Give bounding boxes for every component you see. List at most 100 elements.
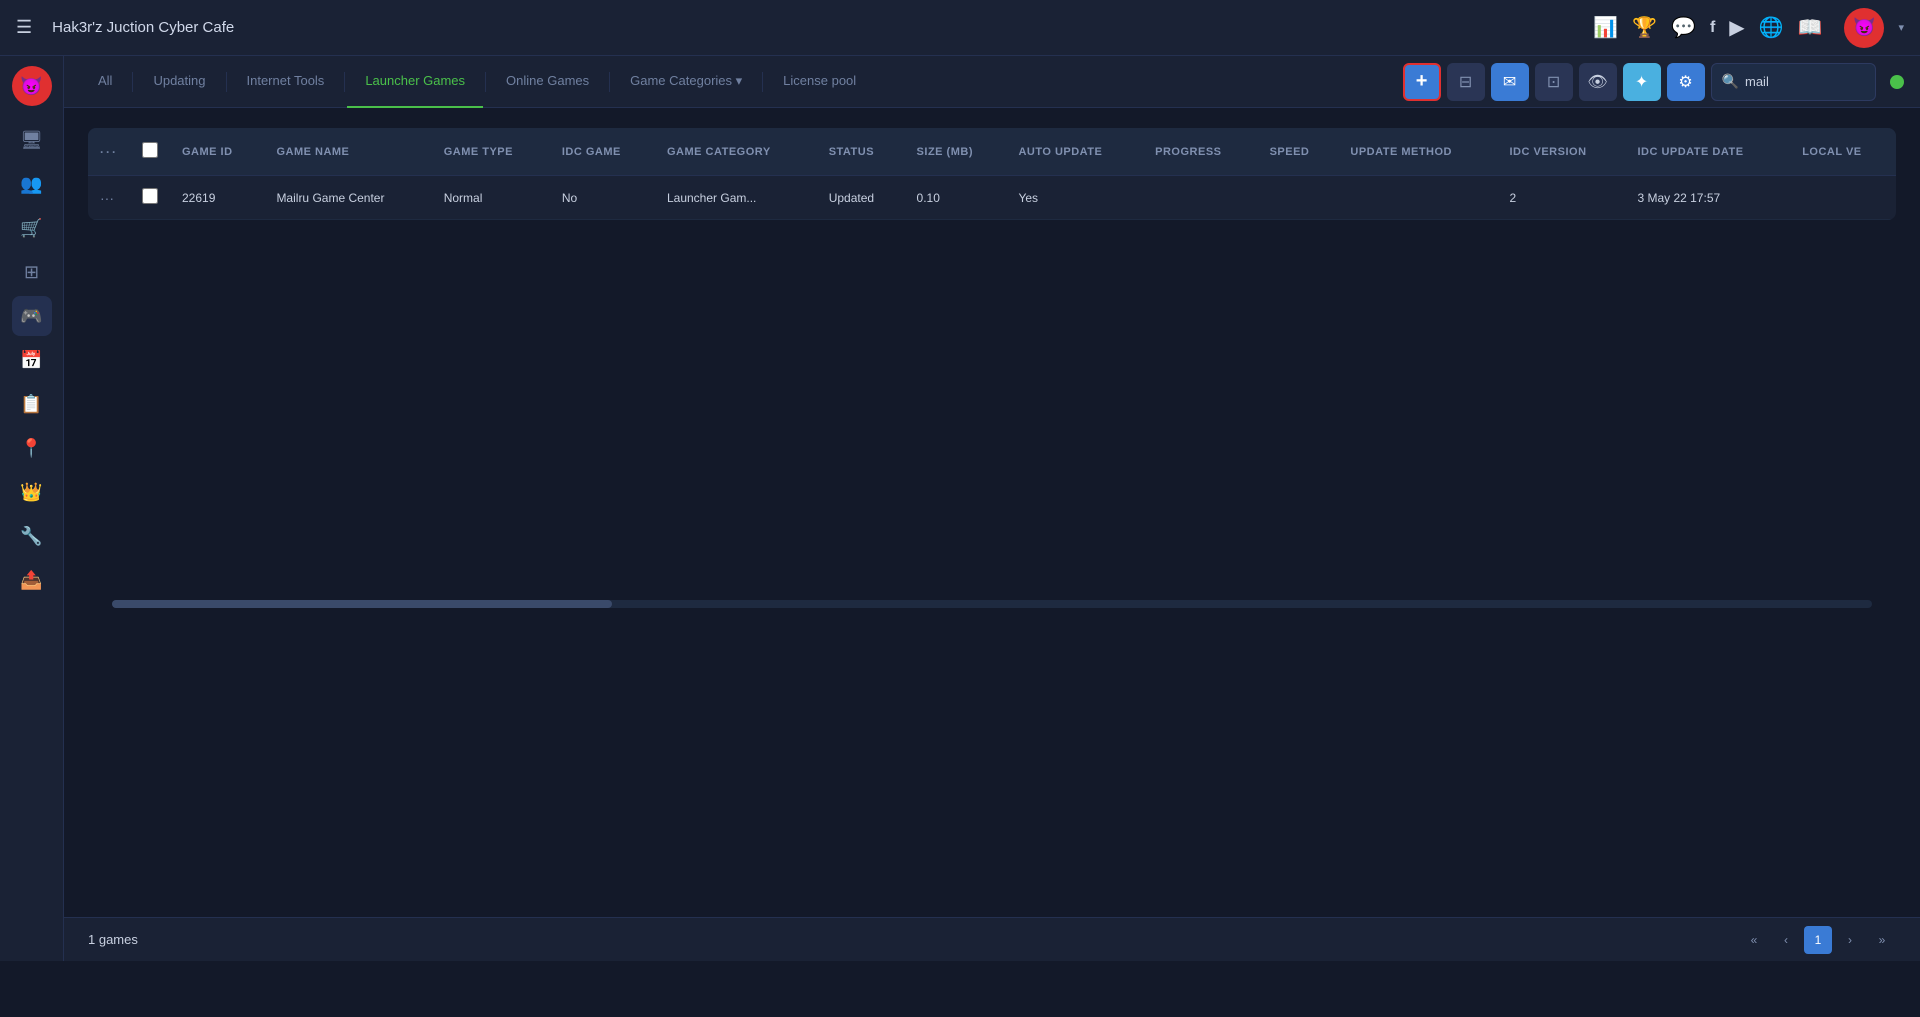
cell-game-name[interactable]: Mailru Game Center (264, 176, 431, 220)
tab-sep-4 (485, 72, 486, 92)
page-next-button[interactable]: › (1836, 926, 1864, 954)
col-header-local-ve: LOCAL VE (1790, 128, 1896, 176)
select-all-checkbox[interactable] (142, 142, 158, 158)
col-header-game-type: GAME TYPE (432, 128, 550, 176)
col-header-game-id: GAME ID (170, 128, 264, 176)
bottom-bar: 1 games « ‹ 1 › » (64, 917, 1920, 961)
col-header-progress: PROGRESS (1143, 128, 1257, 176)
copy-button[interactable]: ⊡ (1535, 63, 1573, 101)
facebook-icon[interactable]: f (1710, 19, 1715, 37)
add-button-container: ↓ + (1403, 63, 1441, 101)
cell-speed (1258, 176, 1339, 220)
toolbar: ↓ + ⊟ ✉ ⊡ 👁 ✦ ⚙ � (1403, 63, 1904, 101)
user-avatar-header[interactable]: 😈 (1844, 8, 1884, 48)
sidebar-item-calendar[interactable]: 📅 (12, 340, 52, 380)
globe-icon[interactable]: 🌐 (1759, 15, 1784, 40)
sidebar-item-monitor[interactable]: 🖥 (12, 120, 52, 160)
col-header-idc-update-date: IDC UPDATE DATE (1625, 128, 1790, 176)
table-container: ··· GAME ID GAME NAME GAME TYPE IDC GAME… (64, 108, 1920, 638)
eye-icon: 👁 (1587, 72, 1607, 92)
tab-all[interactable]: All (80, 56, 130, 108)
avatar-icon: 😈 (1853, 17, 1875, 38)
sidebar-item-games[interactable]: 🎮 (12, 296, 52, 336)
table-header-row: ··· GAME ID GAME NAME GAME TYPE IDC GAME… (88, 128, 1896, 176)
plus-icon: + (1416, 70, 1428, 93)
trophy-icon[interactable]: 🏆 (1632, 15, 1657, 40)
sidebar-item-windows[interactable]: ⊞ (12, 252, 52, 292)
cell-game-category[interactable]: Launcher Gam... (655, 176, 817, 220)
settings-icon: ⚙ (1678, 72, 1692, 92)
scrollbar-area (88, 600, 1896, 608)
sidebar-item-export[interactable]: 📤 (12, 560, 52, 600)
tab-license-pool[interactable]: License pool (765, 56, 874, 108)
header-icons: 📊 🏆 💬 f ▶ 🌐 📖 😈 ▾ (1593, 8, 1904, 48)
pagination: « ‹ 1 › » (1740, 926, 1896, 954)
row-select-checkbox[interactable] (142, 188, 158, 204)
sidebar-item-users[interactable]: 👥 (12, 164, 52, 204)
update-icon: ✉ (1503, 72, 1516, 92)
copy-icon: ⊡ (1547, 72, 1560, 92)
games-count: 1 games (88, 932, 138, 947)
sidebar-item-crown[interactable]: 👑 (12, 472, 52, 512)
cell-status: Updated (817, 176, 905, 220)
youtube-icon[interactable]: ▶ (1729, 15, 1744, 40)
tab-launcher-games[interactable]: Launcher Games (347, 56, 483, 108)
col-header-dots: ··· (88, 128, 130, 176)
tab-sep-1 (132, 72, 133, 92)
sub-header: All Updating Internet Tools Launcher Gam… (64, 56, 1920, 108)
add-game-button[interactable]: + (1403, 63, 1441, 101)
column-options-icon[interactable]: ··· (100, 145, 118, 159)
book-icon[interactable]: 📖 (1798, 15, 1823, 40)
settings-button[interactable]: ⚙ (1667, 63, 1705, 101)
stats-icon[interactable]: 📊 (1593, 15, 1618, 40)
sidebar-item-shop[interactable]: 🛒 (12, 208, 52, 248)
col-header-auto-update: AUTO UPDATE (1006, 128, 1143, 176)
main-content: All Updating Internet Tools Launcher Gam… (64, 56, 1920, 961)
row-checkbox-cell (130, 176, 170, 220)
update-button[interactable]: ✉ (1491, 63, 1529, 101)
col-header-checkbox (130, 128, 170, 176)
tab-internet-tools[interactable]: Internet Tools (229, 56, 343, 108)
grid-icon: ⊟ (1459, 72, 1472, 92)
cell-size: 0.10 (905, 176, 1007, 220)
user-dropdown-arrow[interactable]: ▾ (1898, 21, 1904, 34)
transfer-button[interactable]: ✦ (1623, 63, 1661, 101)
col-header-game-category: GAME CATEGORY (655, 128, 817, 176)
games-table: ··· GAME ID GAME NAME GAME TYPE IDC GAME… (88, 128, 1896, 220)
sidebar-avatar-icon: 😈 (20, 76, 42, 97)
online-status-dot (1890, 75, 1904, 89)
hamburger-menu[interactable]: ☰ (16, 17, 32, 38)
search-input[interactable] (1745, 74, 1865, 89)
scrollbar-thumb[interactable] (112, 600, 612, 608)
sidebar-avatar[interactable]: 😈 (12, 66, 52, 106)
tab-sep-6 (762, 72, 763, 92)
search-wrap: 🔍 (1711, 63, 1876, 101)
page-first-button[interactable]: « (1740, 926, 1768, 954)
discord-icon[interactable]: 💬 (1671, 15, 1696, 40)
tab-updating[interactable]: Updating (135, 56, 223, 108)
sidebar-item-wrench[interactable]: 🔧 (12, 516, 52, 556)
row-dots[interactable]: ··· (88, 176, 130, 220)
grid-view-button[interactable]: ⊟ (1447, 63, 1485, 101)
cell-local-ve (1790, 176, 1896, 220)
tab-online-games[interactable]: Online Games (488, 56, 607, 108)
visibility-button[interactable]: 👁 (1579, 63, 1617, 101)
col-header-status: STATUS (817, 128, 905, 176)
page-last-button[interactable]: » (1868, 926, 1896, 954)
row-options-icon[interactable]: ··· (100, 190, 114, 206)
sidebar: 😈 🖥 👥 🛒 ⊞ 🎮 📅 📋 📍 👑 🔧 📤 (0, 56, 64, 961)
scrollbar-track[interactable] (112, 600, 1872, 608)
transfer-icon: ✦ (1635, 72, 1648, 92)
cell-game-id[interactable]: 22619 (170, 176, 264, 220)
sidebar-item-reports[interactable]: 📋 (12, 384, 52, 424)
col-header-idc-game: IDC GAME (550, 128, 655, 176)
sidebar-item-location[interactable]: 📍 (12, 428, 52, 468)
table-row: ··· 22619 Mailru Game Center Normal No L… (88, 176, 1896, 220)
tab-game-categories[interactable]: Game Categories ▾ (612, 56, 760, 108)
col-header-update-method: UPDATE METHOD (1338, 128, 1497, 176)
search-icon: 🔍 (1722, 73, 1739, 90)
page-current-button[interactable]: 1 (1804, 926, 1832, 954)
page-prev-button[interactable]: ‹ (1772, 926, 1800, 954)
cell-idc-update-date: 3 May 22 17:57 (1625, 176, 1790, 220)
tab-sep-2 (226, 72, 227, 92)
